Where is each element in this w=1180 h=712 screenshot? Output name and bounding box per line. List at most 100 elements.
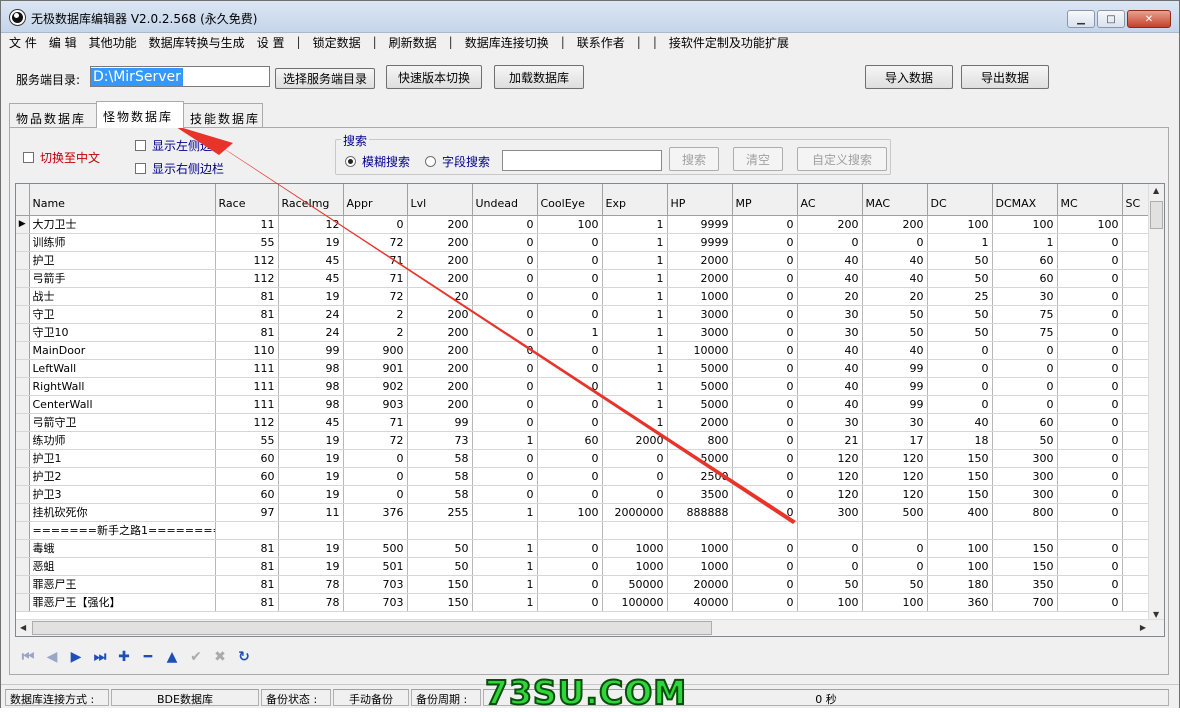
search-input[interactable] [502, 150, 662, 171]
cell-dc[interactable]: 0 [927, 377, 993, 396]
cell-raceimg[interactable]: 12 [278, 215, 344, 234]
title-bar[interactable]: 无极数据库编辑器 V2.0.2.568 (永久免费) ▁ □ ✕ [1, 1, 1179, 33]
cell-mp[interactable]: 0 [732, 251, 798, 270]
cell-sc[interactable] [1122, 323, 1151, 342]
cell-race[interactable]: 97 [215, 503, 279, 522]
cell-dcmax[interactable]: 300 [992, 485, 1058, 504]
cell-ac[interactable]: 200 [797, 215, 863, 234]
cell-lvl[interactable]: 200 [407, 323, 473, 342]
cell-sc[interactable] [1122, 593, 1151, 612]
cell-name[interactable]: 战士 [29, 287, 216, 306]
table-row[interactable]: 练功师 55 19 72 73 1 60 2000 800 0 21 17 18 50 0 [16, 431, 1151, 450]
cell-raceimg[interactable]: 19 [278, 449, 344, 468]
cell-ac[interactable]: 20 [797, 287, 863, 306]
cell-sc[interactable] [1122, 485, 1151, 504]
cell-race[interactable]: 111 [215, 377, 279, 396]
table-row[interactable]: 弓箭守卫 112 45 71 99 0 0 1 2000 0 30 30 40 60 0 [16, 413, 1151, 432]
cell-dcmax[interactable]: 300 [992, 467, 1058, 486]
cell-ac[interactable]: 40 [797, 377, 863, 396]
cell-ac[interactable]: 120 [797, 485, 863, 504]
cell-sc[interactable] [1122, 413, 1151, 432]
cell-hp[interactable]: 2500 [667, 467, 733, 486]
cell-raceimg[interactable]: 19 [278, 467, 344, 486]
cell-undead[interactable]: 0 [472, 323, 538, 342]
cell-sc[interactable] [1122, 467, 1151, 486]
cell-appr[interactable]: 0 [343, 467, 408, 486]
cell-dc[interactable]: 360 [927, 593, 993, 612]
cell-lvl[interactable]: 73 [407, 431, 473, 450]
cell-exp[interactable]: 1 [602, 233, 668, 252]
row-indicator[interactable] [16, 467, 30, 486]
cell-ac[interactable]: 30 [797, 305, 863, 324]
cell-dcmax[interactable]: 0 [992, 341, 1058, 360]
cell-dcmax[interactable]: 75 [992, 305, 1058, 324]
cell-mc[interactable]: 0 [1057, 341, 1123, 360]
cell-dc[interactable]: 150 [927, 485, 993, 504]
cell-sc[interactable] [1122, 431, 1151, 450]
cell-lvl[interactable] [407, 521, 473, 540]
cell-dc[interactable]: 0 [927, 395, 993, 414]
table-row[interactable]: 训练师 55 19 72 200 0 0 1 9999 0 0 0 1 1 0 [16, 233, 1151, 252]
cell-undead[interactable]: 1 [472, 557, 538, 576]
cell-race[interactable]: 60 [215, 485, 279, 504]
cell-appr[interactable]: 71 [343, 269, 408, 288]
cell-dcmax[interactable]: 700 [992, 593, 1058, 612]
cell-lvl[interactable]: 200 [407, 305, 473, 324]
cell-ac[interactable] [797, 521, 863, 540]
cell-hp[interactable]: 2000 [667, 269, 733, 288]
cell-undead[interactable]: 0 [472, 305, 538, 324]
cell-mac[interactable]: 50 [862, 305, 928, 324]
cell-sc[interactable] [1122, 233, 1151, 252]
cell-mac[interactable]: 99 [862, 359, 928, 378]
cell-ac[interactable]: 40 [797, 251, 863, 270]
row-indicator[interactable] [16, 377, 30, 396]
menu-edit[interactable]: 编 辑 [49, 34, 77, 51]
cell-dcmax[interactable]: 0 [992, 395, 1058, 414]
cell-mac[interactable]: 200 [862, 215, 928, 234]
custom-search-button[interactable]: 自定义搜索 [797, 147, 887, 171]
cell-sc[interactable] [1122, 539, 1151, 558]
cell-hp[interactable]: 9999 [667, 233, 733, 252]
cell-raceimg[interactable]: 45 [278, 413, 344, 432]
cell-appr[interactable]: 72 [343, 233, 408, 252]
quick-switch-button[interactable]: 快速版本切换 [386, 65, 482, 89]
cell-exp[interactable]: 50000 [602, 575, 668, 594]
cell-sc[interactable] [1122, 395, 1151, 414]
cell-sc[interactable] [1122, 215, 1151, 234]
cell-mac[interactable]: 0 [862, 557, 928, 576]
cell-mp[interactable]: 0 [732, 215, 798, 234]
cell-mp[interactable]: 0 [732, 269, 798, 288]
cell-race[interactable]: 55 [215, 431, 279, 450]
cell-exp[interactable]: 0 [602, 467, 668, 486]
cell-mp[interactable]: 0 [732, 413, 798, 432]
table-row[interactable]: 罪恶尸王 81 78 703 150 1 0 50000 20000 0 50 50 180 350 0 [16, 575, 1151, 594]
cell-name[interactable]: 弓箭手 [29, 269, 216, 288]
cell-exp[interactable]: 1 [602, 305, 668, 324]
row-indicator[interactable] [16, 395, 30, 414]
cell-mc[interactable]: 0 [1057, 413, 1123, 432]
cell-race[interactable]: 112 [215, 269, 279, 288]
column-header-sc[interactable]: SC [1122, 184, 1151, 216]
cell-hp[interactable]: 9999 [667, 215, 733, 234]
cell-mc[interactable]: 0 [1057, 359, 1123, 378]
menu-convert[interactable]: 数据库转换与生成 [149, 34, 245, 51]
cell-lvl[interactable]: 200 [407, 395, 473, 414]
column-header-appr[interactable]: Appr [343, 184, 408, 216]
menu-contact[interactable]: 联系作者 [577, 34, 625, 51]
cell-sc[interactable] [1122, 449, 1151, 468]
table-row[interactable]: 护卫3 60 19 0 58 0 0 0 3500 0 120 120 150 300 0 [16, 485, 1151, 504]
cell-lvl[interactable]: 50 [407, 557, 473, 576]
menu-file[interactable]: 文 件 [9, 34, 37, 51]
cell-name[interactable]: =======新手之路1========= [29, 521, 216, 540]
horizontal-scroll-thumb[interactable] [32, 621, 712, 635]
cell-undead[interactable]: 0 [472, 215, 538, 234]
cell-raceimg[interactable]: 45 [278, 269, 344, 288]
cell-mac[interactable]: 40 [862, 341, 928, 360]
cell-dcmax[interactable]: 60 [992, 269, 1058, 288]
cell-undead[interactable]: 0 [472, 377, 538, 396]
cell-dcmax[interactable]: 75 [992, 323, 1058, 342]
table-row[interactable]: MainDoor 110 99 900 200 0 0 1 10000 0 40 40 0 0 0 [16, 341, 1151, 360]
cell-cooleye[interactable]: 0 [537, 575, 603, 594]
cell-cooleye[interactable]: 100 [537, 503, 603, 522]
cell-mp[interactable]: 0 [732, 539, 798, 558]
